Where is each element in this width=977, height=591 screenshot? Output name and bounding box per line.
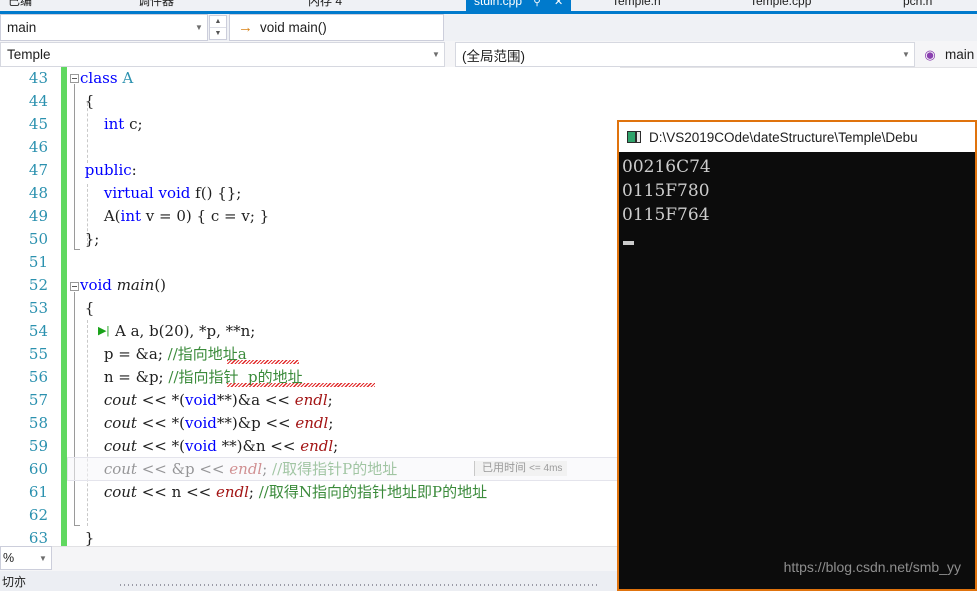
project-dropdown[interactable]: Temple ▼ [0,42,445,67]
error-squiggle [227,360,299,364]
fold-bracket-main-end [74,525,80,526]
fold-toggle-main[interactable] [70,282,79,291]
scope-dropdown-value: (全局范围) [462,48,525,64]
console-output-line: 0115F780 [622,181,710,201]
code-line-54: A a, b(20), *p, **n; [115,322,256,340]
vs-ide-screenshot: 已编 调件器 内存 4 stdlh.cpp ⚲ ✕ Temple.h Templ… [0,0,977,591]
line-number: 49 [28,207,48,225]
code-line-57: cout << *(void**)&a << endl; [103,391,333,409]
line-number: 61 [28,483,48,501]
console-app-icon [627,131,641,143]
line-number: 54 [28,322,48,340]
navigation-stepper[interactable]: ▲ ▼ [209,15,227,40]
status-bar-separator [120,584,600,586]
function-signature-box[interactable]: → void main() [229,14,444,41]
step-into-arrow-icon[interactable]: ▶| [98,326,109,337]
pin-icon[interactable]: ⚲ [533,0,540,8]
line-number-gutter: 43 44 45 46 47 48 49 50 51 52 53 54 55 5… [0,67,60,546]
line-number: 59 [28,437,48,455]
scope-dropdown[interactable]: (全局范围) ▼ [455,42,915,67]
code-line-55: p = &a; //指向地址a [80,345,247,363]
status-bar-text: 切亦 [2,575,27,589]
fold-toggle-class-a[interactable] [70,74,79,83]
goto-arrow-icon: → [238,19,253,36]
line-number: 62 [28,506,48,524]
code-line-52: void main() [80,276,167,294]
chevron-down-icon[interactable]: ▼ [191,23,207,32]
console-window[interactable]: D:\VS2019COde\dateStructure\Temple\Debu … [617,120,977,591]
watermark-text: https://blog.csdn.net/smb_yy [783,559,961,575]
line-number: 47 [28,161,48,179]
tab-label: 内存 4 [308,0,343,8]
code-line-58: cout << *(void**)&p << endl; [103,414,334,432]
zoom-level-dropdown[interactable]: % ▼ [0,546,52,570]
line-number: 48 [28,184,48,202]
code-text-area[interactable]: ▶| class A { int c; public: virtual void… [67,67,620,546]
console-output-line: 0115F764 [622,205,710,225]
line-number: 57 [28,391,48,409]
code-line-48: virtual void f() {}; [103,184,242,202]
tab-label: stdlh.cpp [474,0,523,8]
project-dropdown-value: Temple [7,47,51,62]
console-output: 00216C74 0115F780 0115F764 [619,152,975,589]
line-number: 44 [28,92,48,110]
line-number: 56 [28,368,48,386]
line-number: 45 [28,115,48,133]
code-line-53: { [80,299,95,317]
line-number: 58 [28,414,48,432]
elapsed-time-label: 已用时间 [482,462,526,474]
tab-label: Temple.h [612,0,661,8]
symbol-dropdown[interactable]: ◉ main [921,42,977,67]
line-number: 43 [28,69,48,87]
code-line-59: cout << *(void **)&n << endl; [103,437,339,455]
line-number: 46 [28,138,48,156]
code-line-45: int c; [103,115,143,133]
line-number: 50 [28,230,48,248]
stepper-down-icon[interactable]: ▼ [210,28,226,39]
elapsed-time-value: <= 4ms [529,463,563,474]
member-dropdown-value: main [7,20,37,35]
console-output-line: 00216C74 [622,157,711,177]
method-icon: ◉ [924,47,936,62]
code-line-44: { [80,92,95,110]
fold-bracket-main [74,292,75,526]
tab-label: pch.h [903,0,933,8]
console-caret [623,241,634,245]
member-dropdown[interactable]: main ▼ [0,14,208,41]
elapsed-time-tooltip: 已用时间 <= 4ms [474,461,568,476]
code-line-47: public: [84,161,137,179]
error-squiggle [227,383,375,387]
tab-label: 调件器 [138,0,175,8]
status-bar [0,571,620,591]
tab-label: 已编 [8,0,33,8]
stepper-up-icon[interactable]: ▲ [210,16,226,28]
editor-bottom-bar [0,546,620,571]
console-title-text: D:\VS2019COde\dateStructure\Temple\Debu [649,129,918,145]
console-title-bar[interactable]: D:\VS2019COde\dateStructure\Temple\Debu [619,122,975,152]
line-number: 60 [28,460,48,478]
tab-label: Temple.cpp [750,0,812,8]
code-line-63: } [80,529,95,546]
line-number: 55 [28,345,48,363]
chevron-down-icon[interactable]: ▼ [428,50,444,59]
zoom-level-value: % [3,551,15,565]
function-signature-label: void main() [260,20,327,35]
chevron-down-icon[interactable]: ▼ [35,554,51,563]
chevron-down-icon[interactable]: ▼ [898,50,914,59]
line-number: 53 [28,299,48,317]
line-number: 52 [28,276,48,294]
fold-bracket-class [74,84,75,250]
code-line-61: cout << n << endl; //取得N指向的指针地址即P的地址 [103,483,488,501]
code-line-43: class A [80,69,134,87]
close-icon[interactable]: ✕ [554,0,563,8]
code-line-49: A(int v = 0) { c = v; } [80,207,270,225]
code-editor[interactable]: 43 44 45 46 47 48 49 50 51 52 53 54 55 5… [0,67,620,546]
line-number: 51 [28,253,48,271]
code-line-50: }; [80,230,100,248]
symbol-dropdown-value: main [945,47,975,62]
line-number: 63 [28,529,48,546]
